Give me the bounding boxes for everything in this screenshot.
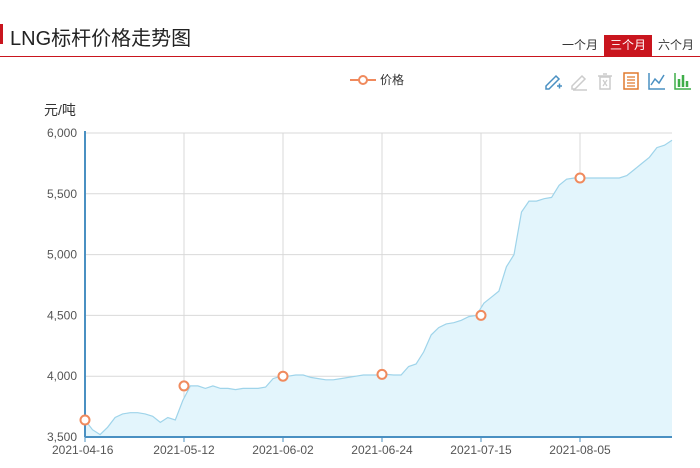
data-point-marker <box>376 368 388 380</box>
data-point-marker <box>178 380 190 392</box>
x-tick-label: 2021-07-15 <box>450 443 512 457</box>
y-tick-label: 4,500 <box>47 308 77 322</box>
y-tick-label: 6,000 <box>47 126 77 140</box>
x-tick-label: 2021-04-16 <box>52 443 114 457</box>
y-tick-label: 3,500 <box>47 430 77 444</box>
data-point-marker <box>475 309 487 321</box>
data-point-marker <box>79 414 91 426</box>
data-point-marker <box>277 370 289 382</box>
series-area <box>85 140 672 438</box>
x-tick-label: 2021-05-12 <box>153 443 215 457</box>
y-tick-label: 4,000 <box>47 369 77 383</box>
data-point-marker <box>574 172 586 184</box>
y-tick-label: 5,500 <box>47 187 77 201</box>
x-tick-label: 2021-06-24 <box>351 443 413 457</box>
y-tick-label: 5,000 <box>47 248 77 262</box>
price-chart: 3,500 4,000 4,500 5,000 5,500 6,000 2021-04-16… <box>47 126 673 457</box>
x-tick-label: 2021-08-05 <box>549 443 611 457</box>
x-tick-label: 2021-06-02 <box>252 443 314 457</box>
